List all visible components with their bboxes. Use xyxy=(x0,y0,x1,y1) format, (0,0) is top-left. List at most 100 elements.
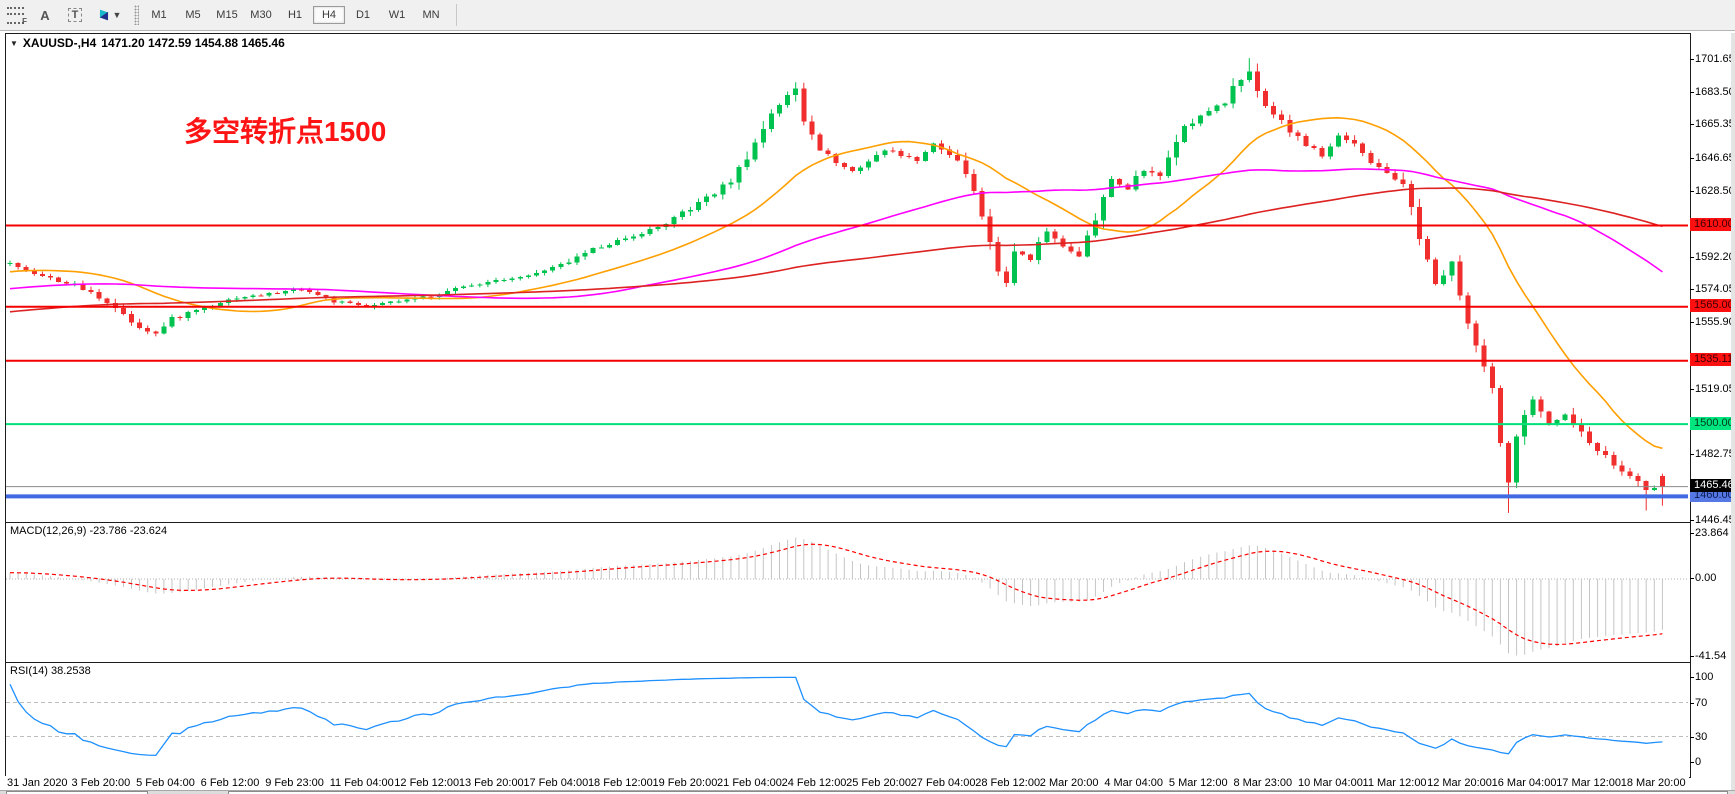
price-tick-label: 1701.65 xyxy=(1695,53,1735,65)
time-axis-label: 6 Feb 12:00 xyxy=(201,777,260,789)
rsi-indicator-pane[interactable]: RSI(14) 38.2538 xyxy=(5,662,1691,778)
price-chart-pane[interactable]: ▼ XAUUSD-,H4 1471.20 1472.59 1454.88 146… xyxy=(5,33,1691,523)
macd-tick-label: 0.00 xyxy=(1695,572,1716,584)
time-axis-label: 10 Mar 04:00 xyxy=(1298,777,1363,789)
macd-tick-label: -41.54 xyxy=(1695,650,1726,662)
toolbar-separator xyxy=(456,4,457,26)
timeframe-button-h1[interactable]: H1 xyxy=(279,6,311,24)
symbol-period-label: XAUUSD-,H4 xyxy=(23,36,96,50)
price-tick-label: 1646.65 xyxy=(1695,152,1735,164)
macd-indicator-pane[interactable]: MACD(12,26,9) -23.786 -23.624 xyxy=(5,522,1691,663)
time-axis-label: 8 Mar 23:00 xyxy=(1233,777,1292,789)
time-axis-label: 31 Jan 2020 xyxy=(7,777,68,789)
value-axis[interactable]: 1701.65 1683.50 1665.35 1646.65 1628.50 1592.… xyxy=(1690,33,1735,776)
price-tick-label: 1482.75 xyxy=(1695,448,1735,460)
macd-tick-label: 23.864 xyxy=(1695,527,1729,539)
time-axis-label: 18 Mar 20:00 xyxy=(1621,777,1686,789)
price-tick-label: 1446.45 xyxy=(1695,514,1735,526)
arrows-glyph xyxy=(97,8,111,22)
horizontal-scrollbar[interactable] xyxy=(0,790,1735,794)
time-axis-label: 2 Mar 20:00 xyxy=(1040,777,1099,789)
price-tick-mark xyxy=(1690,158,1694,159)
fibonacci-tool-icon[interactable]: F xyxy=(2,4,28,26)
price-tick-mark xyxy=(1690,92,1694,93)
rsi-tick-label: 0 xyxy=(1695,756,1701,768)
macd-tick-mark xyxy=(1690,533,1694,534)
chart-collapse-icon[interactable]: ▼ xyxy=(10,39,18,48)
time-axis-label: 25 Feb 20:00 xyxy=(846,777,911,789)
time-axis-label: 28 Feb 12:00 xyxy=(975,777,1040,789)
time-axis-label: 13 Feb 20:00 xyxy=(459,777,524,789)
price-tick-mark xyxy=(1690,322,1694,323)
time-axis-label: 4 Mar 04:00 xyxy=(1104,777,1163,789)
hline-price-flag[interactable]: 1610.00 xyxy=(1690,218,1735,231)
timeframe-button-h4[interactable]: H4 xyxy=(313,6,345,24)
time-axis-label: 11 Feb 04:00 xyxy=(330,777,394,789)
candlestick-chart[interactable] xyxy=(6,34,1688,520)
rsi-label: RSI(14) 38.2538 xyxy=(10,665,91,677)
time-axis[interactable]: 31 Jan 2020 3 Feb 20:00 5 Feb 04:00 6 Feb 1… xyxy=(5,776,1689,789)
price-tick-mark xyxy=(1690,191,1694,192)
text-box-tool-icon[interactable]: T xyxy=(62,4,88,26)
rsi-chart[interactable] xyxy=(6,663,1688,775)
fib-lines-glyph xyxy=(7,7,24,24)
timeframe-button-m1[interactable]: M1 xyxy=(143,6,175,24)
time-axis-label: 12 Mar 20:00 xyxy=(1427,777,1492,789)
macd-tick-mark xyxy=(1690,578,1694,579)
macd-label: MACD(12,26,9) -23.786 -23.624 xyxy=(10,525,167,537)
timeframe-button-w1[interactable]: W1 xyxy=(381,6,413,24)
price-tick-mark xyxy=(1690,454,1694,455)
rsi-tick-label: 30 xyxy=(1695,731,1707,743)
chevron-down-icon: ▼ xyxy=(113,10,122,20)
timeframe-button-d1[interactable]: D1 xyxy=(347,6,379,24)
price-tick-label: 1683.50 xyxy=(1695,86,1735,98)
time-axis-label: 9 Feb 23:00 xyxy=(265,777,324,789)
toolbar-drag-handle[interactable] xyxy=(134,5,139,25)
hline-price-flag[interactable]: 1500.00 xyxy=(1690,417,1735,430)
right-edge-strip xyxy=(1731,33,1735,790)
chart-title: ▼ XAUUSD-,H4 1471.20 1472.59 1454.88 146… xyxy=(10,36,285,50)
time-axis-label: 17 Mar 12:00 xyxy=(1556,777,1621,789)
hline-price-flag[interactable]: 1565.00 xyxy=(1690,299,1735,312)
fib-f-glyph: F xyxy=(22,17,27,26)
timeframe-button-m15[interactable]: M15 xyxy=(211,6,243,24)
toolbar: F A T ▼ M1M5M15M30H1H4D1W1MN xyxy=(0,0,1735,31)
arrow-objects-tool-icon[interactable]: ▼ xyxy=(92,4,126,26)
time-axis-label: 21 Feb 04:00 xyxy=(717,777,782,789)
rsi-tick-mark xyxy=(1690,677,1694,678)
rsi-tick-mark xyxy=(1690,703,1694,704)
price-tick-mark xyxy=(1690,520,1694,521)
price-tick-mark xyxy=(1690,59,1694,60)
ohlc-readout: 1471.20 1472.59 1454.88 1465.46 xyxy=(101,36,285,50)
price-tick-mark xyxy=(1690,389,1694,390)
macd-tick-mark xyxy=(1690,656,1694,657)
timeframe-button-m5[interactable]: M5 xyxy=(177,6,209,24)
price-tick-label: 1574.05 xyxy=(1695,283,1735,295)
price-tick-label: 1592.20 xyxy=(1695,251,1735,263)
rsi-tick-label: 70 xyxy=(1695,697,1707,709)
time-axis-label: 5 Feb 04:00 xyxy=(136,777,195,789)
time-axis-label: 17 Feb 04:00 xyxy=(523,777,588,789)
time-axis-label: 12 Feb 12:00 xyxy=(394,777,459,789)
current-price-flag: 1465.46 xyxy=(1690,479,1735,492)
rsi-tick-label: 100 xyxy=(1695,671,1713,683)
time-axis-label: 5 Mar 12:00 xyxy=(1169,777,1228,789)
time-axis-label: 19 Feb 20:00 xyxy=(653,777,718,789)
price-tick-label: 1628.50 xyxy=(1695,185,1735,197)
price-tick-label: 1665.35 xyxy=(1695,118,1735,130)
timeframe-button-group: M1M5M15M30H1H4D1W1MN xyxy=(142,6,448,24)
hline-price-flag[interactable]: 1535.11 xyxy=(1690,353,1735,366)
timeframe-button-m30[interactable]: M30 xyxy=(245,6,277,24)
time-axis-label: 11 Mar 12:00 xyxy=(1363,777,1427,789)
timeframe-button-mn[interactable]: MN xyxy=(415,6,447,24)
price-tick-mark xyxy=(1690,257,1694,258)
chart-text-annotation[interactable]: 多空转折点1500 xyxy=(184,110,386,150)
time-axis-label: 3 Feb 20:00 xyxy=(72,777,131,789)
text-label-tool-icon[interactable]: A xyxy=(32,4,58,26)
price-tick-label: 1555.90 xyxy=(1695,316,1735,328)
time-axis-label: 16 Mar 04:00 xyxy=(1492,777,1557,789)
macd-chart[interactable] xyxy=(6,523,1688,660)
price-tick-label: 1519.05 xyxy=(1695,383,1735,395)
mt4-terminal: F A T ▼ M1M5M15M30H1H4D1W1MN ▼ XAUUSD-,H… xyxy=(0,0,1735,794)
price-tick-mark xyxy=(1690,124,1694,125)
